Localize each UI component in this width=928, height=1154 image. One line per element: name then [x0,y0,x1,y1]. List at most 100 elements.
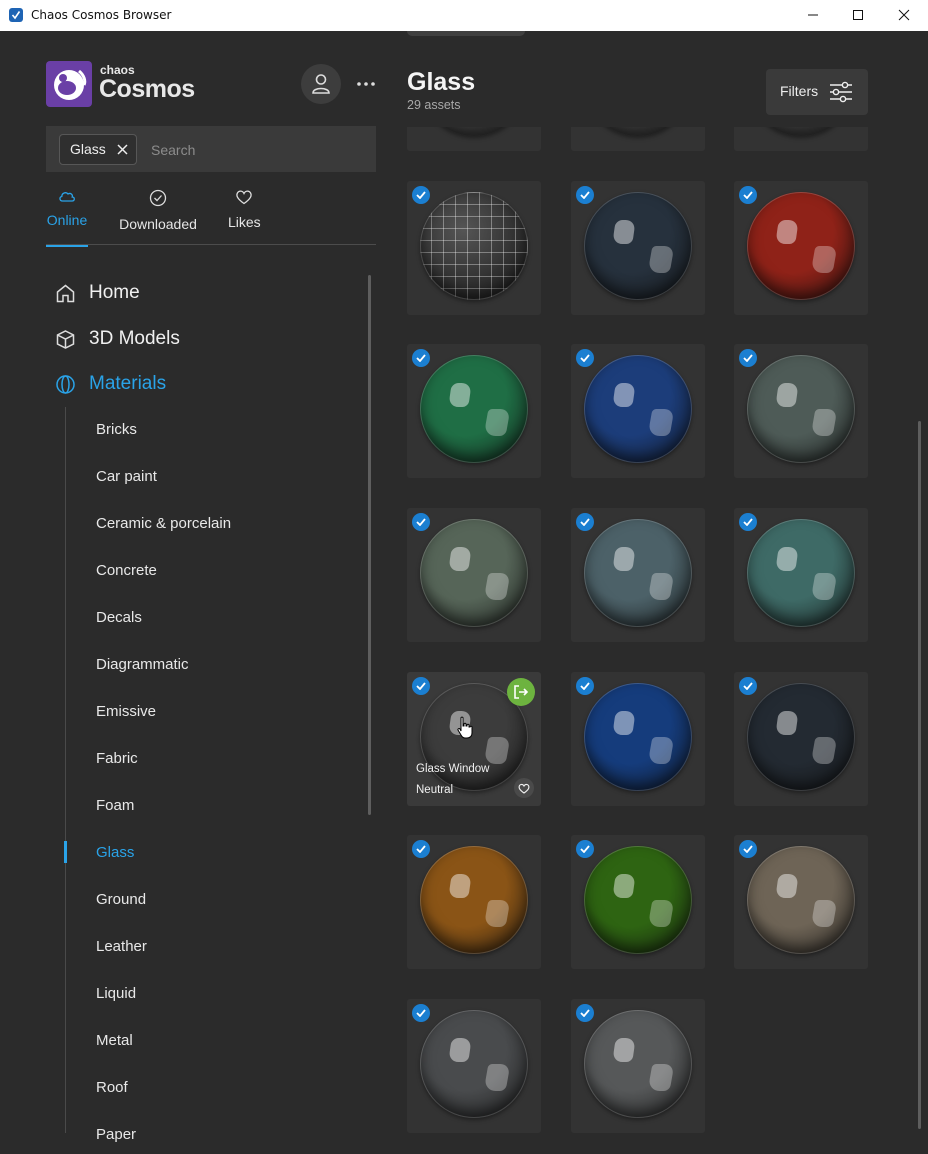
brand-name: Cosmos [99,75,195,103]
cosmos-logo-icon [46,61,92,107]
home-icon [56,284,75,302]
filters-button[interactable]: Filters [766,69,868,115]
downloaded-check-icon [576,840,594,858]
filter-chip-label: Glass [70,141,106,157]
search-bar: Glass [46,126,376,172]
category-item[interactable]: Leather [96,938,147,955]
more-dots-icon [357,82,375,86]
nav-home-label: Home [89,282,140,303]
asset-thumbnail [584,355,692,463]
category-item[interactable]: Car paint [96,468,157,485]
asset-thumbnail [420,355,528,463]
remove-chip-icon[interactable] [117,144,128,155]
category-item[interactable]: Roof [96,1079,128,1096]
asset-thumbnail [584,683,692,791]
asset-card[interactable] [407,344,541,478]
asset-card-partial[interactable] [407,127,541,151]
asset-card[interactable] [571,999,705,1133]
category-item[interactable]: Glass [96,844,134,861]
sidebar: chaos Cosmos Glass Online Dow [1,31,393,1153]
active-category-marker [64,841,67,863]
category-item[interactable]: Ceramic & porcelain [96,515,231,532]
page-title: Glass [407,68,476,96]
asset-card-partial[interactable] [734,127,868,151]
asset-card[interactable] [407,999,541,1133]
asset-thumbnail [420,846,528,954]
heart-icon [518,783,530,794]
asset-card[interactable] [734,344,868,478]
category-item[interactable]: Ground [96,891,146,908]
user-account-button[interactable] [301,64,341,104]
tab-likes-label: Likes [228,214,261,230]
category-item[interactable]: Bricks [96,421,137,438]
category-item[interactable]: Concrete [96,562,157,579]
asset-card[interactable] [571,835,705,969]
maximize-button[interactable] [835,0,881,31]
tab-online-label: Online [46,212,88,228]
asset-card[interactable] [571,181,705,315]
category-item[interactable]: Fabric [96,750,138,767]
heart-icon [236,190,252,205]
downloaded-check-icon [576,349,594,367]
asset-card[interactable] [407,508,541,642]
tab-downloaded[interactable]: Downloaded [117,189,199,245]
asset-card[interactable] [571,344,705,478]
downloaded-check-icon [412,186,430,204]
nav-item-3d-models[interactable]: 3D Models [55,324,180,354]
downloaded-check-icon [412,840,430,858]
asset-card[interactable]: Glass Window Neutral [407,672,541,806]
search-input[interactable] [149,134,363,165]
more-options-button[interactable] [355,75,377,93]
category-item[interactable]: Diagrammatic [96,656,189,673]
mouse-cursor-icon [456,716,474,745]
nav-item-home[interactable]: Home [55,278,140,308]
asset-thumbnail [584,127,692,136]
export-icon [514,685,529,699]
category-item[interactable]: Metal [96,1032,133,1049]
minimize-button[interactable] [790,0,836,31]
grid-scrollbar[interactable] [918,421,921,1129]
downloaded-check-icon [412,677,430,695]
user-icon [312,74,330,94]
like-button[interactable] [514,778,534,798]
category-item[interactable]: Emissive [96,703,156,720]
tab-likes[interactable]: Likes [228,189,261,245]
app-icon [9,8,23,22]
tab-online[interactable]: Online [46,189,88,247]
downloaded-check-icon [576,677,594,695]
filter-chip-glass[interactable]: Glass [59,134,137,165]
import-to-scene-button[interactable] [507,678,535,706]
asset-card[interactable] [734,508,868,642]
asset-card[interactable] [407,835,541,969]
category-item[interactable]: Decals [96,609,142,626]
category-item[interactable]: Foam [96,797,134,814]
asset-thumbnail [747,355,855,463]
asset-grid: Glass Window Neutral [393,127,927,1153]
header: Glass 29 assets Filters [393,31,927,127]
sidebar-scrollbar[interactable] [368,275,371,815]
asset-card-partial[interactable] [571,127,705,151]
asset-card[interactable] [734,835,868,969]
downloaded-check-icon [739,677,757,695]
category-tree-line [65,407,66,1133]
asset-card[interactable] [407,181,541,315]
materials-icon [56,374,75,394]
asset-thumbnail [420,127,528,136]
asset-thumbnail [420,1010,528,1118]
asset-card[interactable] [571,508,705,642]
asset-card[interactable] [734,181,868,315]
asset-count: 29 assets [407,98,461,112]
category-item[interactable]: Paper [96,1126,136,1143]
main-content: Glass Window Neutral Glass 29 assets Fil… [393,31,927,1153]
close-window-button[interactable] [881,0,927,31]
asset-card[interactable] [571,672,705,806]
asset-thumbnail [747,192,855,300]
asset-card[interactable] [734,672,868,806]
downloaded-check-icon [739,349,757,367]
asset-thumbnail [420,192,528,300]
cube-icon [56,329,75,349]
downloaded-check-icon [739,840,757,858]
nav-item-materials[interactable]: Materials [55,369,166,399]
category-item[interactable]: Liquid [96,985,136,1002]
downloaded-check-icon [576,186,594,204]
